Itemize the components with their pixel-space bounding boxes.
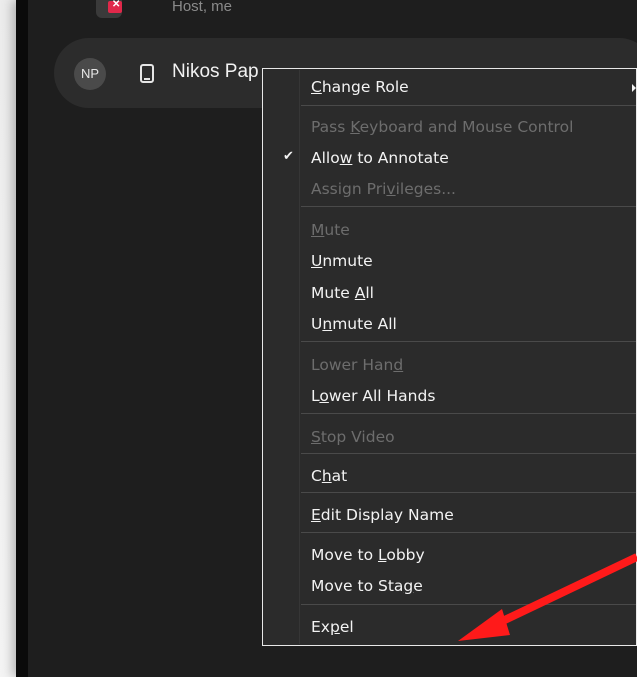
menu-item-change-role[interactable]: Change Role (263, 73, 637, 104)
previous-participant-row[interactable]: ✕ Host, me (76, 0, 636, 24)
red-annotation-arrow-icon (458, 553, 637, 641)
menu-item-edit-display-name[interactable]: Edit Display Name (263, 501, 637, 532)
checkmark-icon: ✔ (283, 149, 294, 164)
menu-item-label: Unmute All (311, 315, 397, 333)
submenu-arrow-icon (632, 84, 636, 92)
menu-item-lower-hand: Lower Hand (263, 351, 637, 382)
menu-item-label: Expel (311, 618, 354, 636)
menu-item-stop-video: Stop Video (263, 423, 637, 454)
menu-item-unmute-all[interactable]: Unmute All (263, 310, 637, 341)
menu-item-label: Edit Display Name (311, 506, 454, 524)
muted-badge-glyph: ✕ (112, 0, 121, 10)
menu-item-label: Mute (311, 221, 350, 239)
menu-separator (301, 105, 636, 106)
menu-item-label: Pass Keyboard and Mouse Control (311, 118, 574, 136)
window-edge (16, 0, 28, 677)
mobile-device-icon (140, 64, 154, 83)
menu-item-label: Allow to Annotate (311, 149, 449, 167)
menu-item-label: Stop Video (311, 428, 395, 446)
menu-item-label: Move to Stage (311, 577, 423, 595)
menu-item-chat[interactable]: Chat (263, 462, 637, 493)
menu-item-label: Lower All Hands (311, 387, 436, 405)
menu-item-assign-privileges: Assign Privileges... (263, 175, 637, 206)
menu-item-label: Move to Lobby (311, 546, 425, 564)
menu-item-pass-keyboard-and-mouse-control: Pass Keyboard and Mouse Control (263, 113, 637, 144)
participant-name: Nikos Pap (172, 61, 259, 82)
menu-item-label: Change Role (311, 78, 409, 96)
menu-item-allow-to-annotate[interactable]: ✔ Allow to Annotate (263, 144, 637, 175)
menu-item-label: Unmute (311, 252, 373, 270)
menu-item-label: Lower Hand (311, 356, 404, 374)
menu-separator (301, 532, 636, 533)
menu-item-label: Chat (311, 467, 348, 485)
menu-separator (301, 413, 636, 414)
previous-participant-subtitle: Host, me (172, 0, 233, 15)
avatar: NP (74, 58, 106, 90)
menu-item-mute-all[interactable]: Mute All (263, 279, 637, 310)
menu-item-mute: Mute (263, 216, 637, 247)
menu-item-label: Mute All (311, 284, 374, 302)
menu-item-lower-all-hands[interactable]: Lower All Hands (263, 382, 637, 413)
page: ✕ Host, me NP Nikos Pap Change Role Pass … (0, 0, 637, 677)
menu-item-label: Assign Privileges... (311, 180, 456, 198)
menu-separator (301, 206, 636, 207)
menu-separator (301, 341, 636, 342)
menu-item-unmute[interactable]: Unmute (263, 247, 637, 278)
